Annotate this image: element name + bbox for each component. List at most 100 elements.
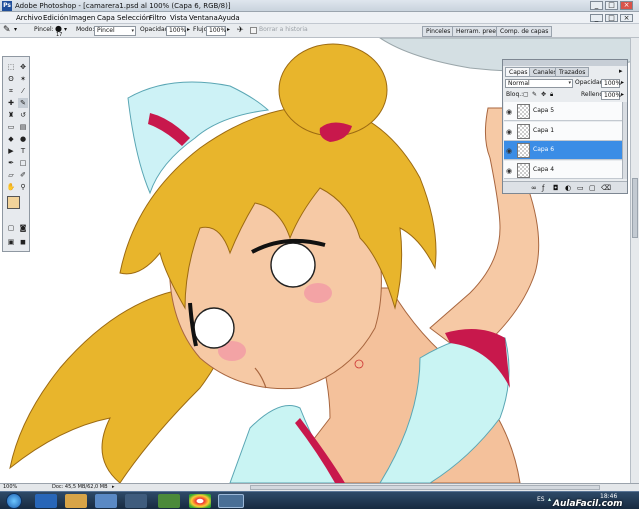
lock-transparency-icon[interactable]: ▢ bbox=[523, 89, 529, 101]
panel-menu-icon[interactable]: ▸ bbox=[619, 67, 623, 75]
mode-select[interactable]: Pincel ▾ bbox=[94, 26, 136, 36]
tray-arrow-icon[interactable]: ▴ bbox=[548, 496, 551, 503]
language-indicator[interactable]: ES bbox=[537, 496, 545, 503]
tab-trazados[interactable]: Trazados bbox=[555, 67, 590, 77]
fx-icon[interactable]: ƒ bbox=[542, 182, 544, 194]
layer-row-capa-5[interactable]: ◉ Capa 5 bbox=[504, 102, 622, 121]
menu-imagen[interactable]: Imagen bbox=[69, 13, 95, 23]
mask-icon[interactable]: ◘ bbox=[553, 182, 559, 194]
history-checkbox[interactable] bbox=[250, 27, 257, 34]
panel-grip[interactable] bbox=[503, 60, 627, 66]
blur-tool-icon[interactable]: ◆ bbox=[6, 134, 16, 144]
screen-mode-icon[interactable]: ▣ bbox=[6, 237, 16, 247]
menu-filtro[interactable]: Filtro bbox=[149, 13, 166, 23]
flow-arrow-icon[interactable]: ▸ bbox=[227, 24, 230, 36]
media-center-icon[interactable] bbox=[125, 494, 147, 508]
chrome-icon[interactable] bbox=[189, 494, 211, 508]
doc-close-button[interactable]: × bbox=[620, 14, 633, 22]
trash-icon[interactable]: ⌫ bbox=[601, 182, 611, 194]
visibility-eye-icon[interactable]: ◉ bbox=[506, 108, 512, 116]
start-button-icon[interactable] bbox=[6, 493, 22, 509]
magic-wand-icon[interactable]: ✶ bbox=[18, 74, 28, 84]
layer-row-capa-1[interactable]: ◉ Capa 1 bbox=[504, 122, 622, 141]
lock-position-icon[interactable]: ✥ bbox=[541, 89, 546, 101]
notes-tool-icon[interactable]: ▱ bbox=[6, 170, 16, 180]
stamp-tool-icon[interactable]: ♜ bbox=[6, 110, 16, 120]
foreground-color-swatch[interactable] bbox=[7, 196, 20, 209]
blend-mode-select[interactable]: Normal ▾ bbox=[505, 79, 573, 88]
layer-row-capa-6[interactable]: ◉ Capa 6 bbox=[504, 141, 622, 160]
standard-mode-icon[interactable]: ▢ bbox=[6, 223, 16, 233]
dodge-tool-icon[interactable]: ● bbox=[18, 134, 28, 144]
zoom-tool-icon[interactable]: ⚲ bbox=[18, 182, 28, 192]
tab-pinceles[interactable]: Pinceles bbox=[422, 26, 455, 37]
flow-field[interactable]: 100% bbox=[206, 26, 226, 36]
menu-vista[interactable]: Vista bbox=[170, 13, 187, 23]
airbrush-icon[interactable]: ✈ bbox=[237, 24, 244, 36]
layer-thumbnail bbox=[517, 163, 530, 178]
opacity-arrow-icon[interactable]: ▸ bbox=[187, 24, 190, 36]
gradient-tool-icon[interactable]: ▤ bbox=[18, 122, 28, 132]
visibility-eye-icon[interactable]: ◉ bbox=[506, 147, 512, 155]
layer-opacity-field[interactable]: 100% bbox=[601, 79, 621, 88]
network-app-icon[interactable] bbox=[158, 494, 180, 508]
eyedropper-2-icon[interactable]: ✐ bbox=[18, 170, 28, 180]
lasso-tool-icon[interactable]: ʘ bbox=[6, 74, 16, 84]
ie-icon[interactable] bbox=[35, 494, 57, 508]
layers-scrollbar[interactable] bbox=[622, 102, 627, 179]
horizontal-scrollbar[interactable] bbox=[250, 485, 600, 490]
path-select-icon[interactable]: ▶ bbox=[6, 146, 16, 156]
doc-maximize-button[interactable]: □ bbox=[605, 14, 618, 22]
fill-arrow-icon[interactable]: ▸ bbox=[621, 89, 624, 101]
move-tool-icon[interactable]: ✥ bbox=[18, 62, 28, 72]
zoom-level[interactable]: 100% bbox=[3, 484, 17, 491]
crop-tool-icon[interactable]: ⌗ bbox=[6, 86, 16, 96]
new-layer-icon[interactable]: ▢ bbox=[589, 182, 596, 194]
visibility-eye-icon[interactable]: ◉ bbox=[506, 167, 512, 175]
menu-archivo[interactable]: Archivo bbox=[16, 13, 42, 23]
minimize-button[interactable]: _ bbox=[590, 1, 603, 10]
hand-tool-icon[interactable]: ✋ bbox=[6, 182, 16, 192]
maximize-button[interactable]: □ bbox=[605, 1, 618, 10]
brush-tool-icon[interactable]: ✎ bbox=[3, 24, 11, 36]
menu-seleccion[interactable]: Selección bbox=[117, 13, 150, 23]
tool-preset-arrow-icon[interactable]: ▾ bbox=[14, 24, 17, 36]
eraser-tool-icon[interactable]: ▭ bbox=[6, 122, 16, 132]
menu-ventana[interactable]: Ventana bbox=[189, 13, 218, 23]
lock-pixels-icon[interactable]: ✎ bbox=[532, 89, 537, 101]
brush-tool-selected-icon[interactable]: ✎ bbox=[18, 98, 28, 108]
menu-capa[interactable]: Capa bbox=[97, 13, 115, 23]
status-arrow-icon[interactable]: ▸ bbox=[112, 484, 115, 491]
lock-all-icon[interactable]: 🔒︎ bbox=[550, 89, 553, 101]
pen-tool-icon[interactable]: ✒ bbox=[6, 158, 16, 168]
menu-edicion[interactable]: Edición bbox=[43, 13, 68, 23]
layers-bottom-bar: ∞ ƒ ◘ ◐ ▭ ▢ ⌫ bbox=[503, 181, 627, 193]
type-tool-icon[interactable]: T bbox=[18, 146, 28, 156]
media-player-icon[interactable] bbox=[95, 494, 117, 508]
adjustment-icon[interactable]: ◐ bbox=[565, 182, 571, 194]
close-button[interactable]: × bbox=[620, 1, 633, 10]
photoshop-taskbar-icon[interactable] bbox=[218, 494, 244, 508]
explorer-icon[interactable] bbox=[65, 494, 87, 508]
opacity-field[interactable]: 100% bbox=[166, 26, 186, 36]
fill-field[interactable]: 100% bbox=[601, 91, 621, 100]
layer-opacity-arrow-icon[interactable]: ▸ bbox=[621, 77, 624, 89]
healing-brush-icon[interactable]: ✚ bbox=[6, 98, 16, 108]
shape-tool-icon[interactable]: □ bbox=[18, 158, 28, 168]
layer-row-capa-4[interactable]: ◉ Capa 4 bbox=[504, 161, 622, 179]
tab-comp-de-capas[interactable]: Comp. de capas bbox=[496, 26, 553, 37]
brush-picker-arrow-icon[interactable]: ▾ bbox=[64, 24, 67, 36]
folder-icon[interactable]: ▭ bbox=[577, 182, 584, 194]
history-brush-icon[interactable]: ↺ bbox=[18, 110, 28, 120]
quick-mask-icon[interactable]: ◙ bbox=[18, 223, 28, 233]
scrollbar-thumb[interactable] bbox=[632, 178, 638, 238]
doc-minimize-button[interactable]: _ bbox=[590, 14, 603, 22]
vertical-scrollbar[interactable] bbox=[630, 38, 639, 483]
full-screen-mode-icon[interactable]: ◼ bbox=[18, 237, 28, 247]
menu-ayuda[interactable]: Ayuda bbox=[218, 13, 240, 23]
link-icon[interactable]: ∞ bbox=[531, 182, 537, 194]
visibility-eye-icon[interactable]: ◉ bbox=[506, 128, 512, 136]
marquee-tool-icon[interactable]: ⬚ bbox=[6, 62, 16, 72]
eyedropper-icon[interactable]: ⁄ bbox=[18, 86, 28, 96]
tab-capas[interactable]: Capas bbox=[505, 67, 532, 77]
